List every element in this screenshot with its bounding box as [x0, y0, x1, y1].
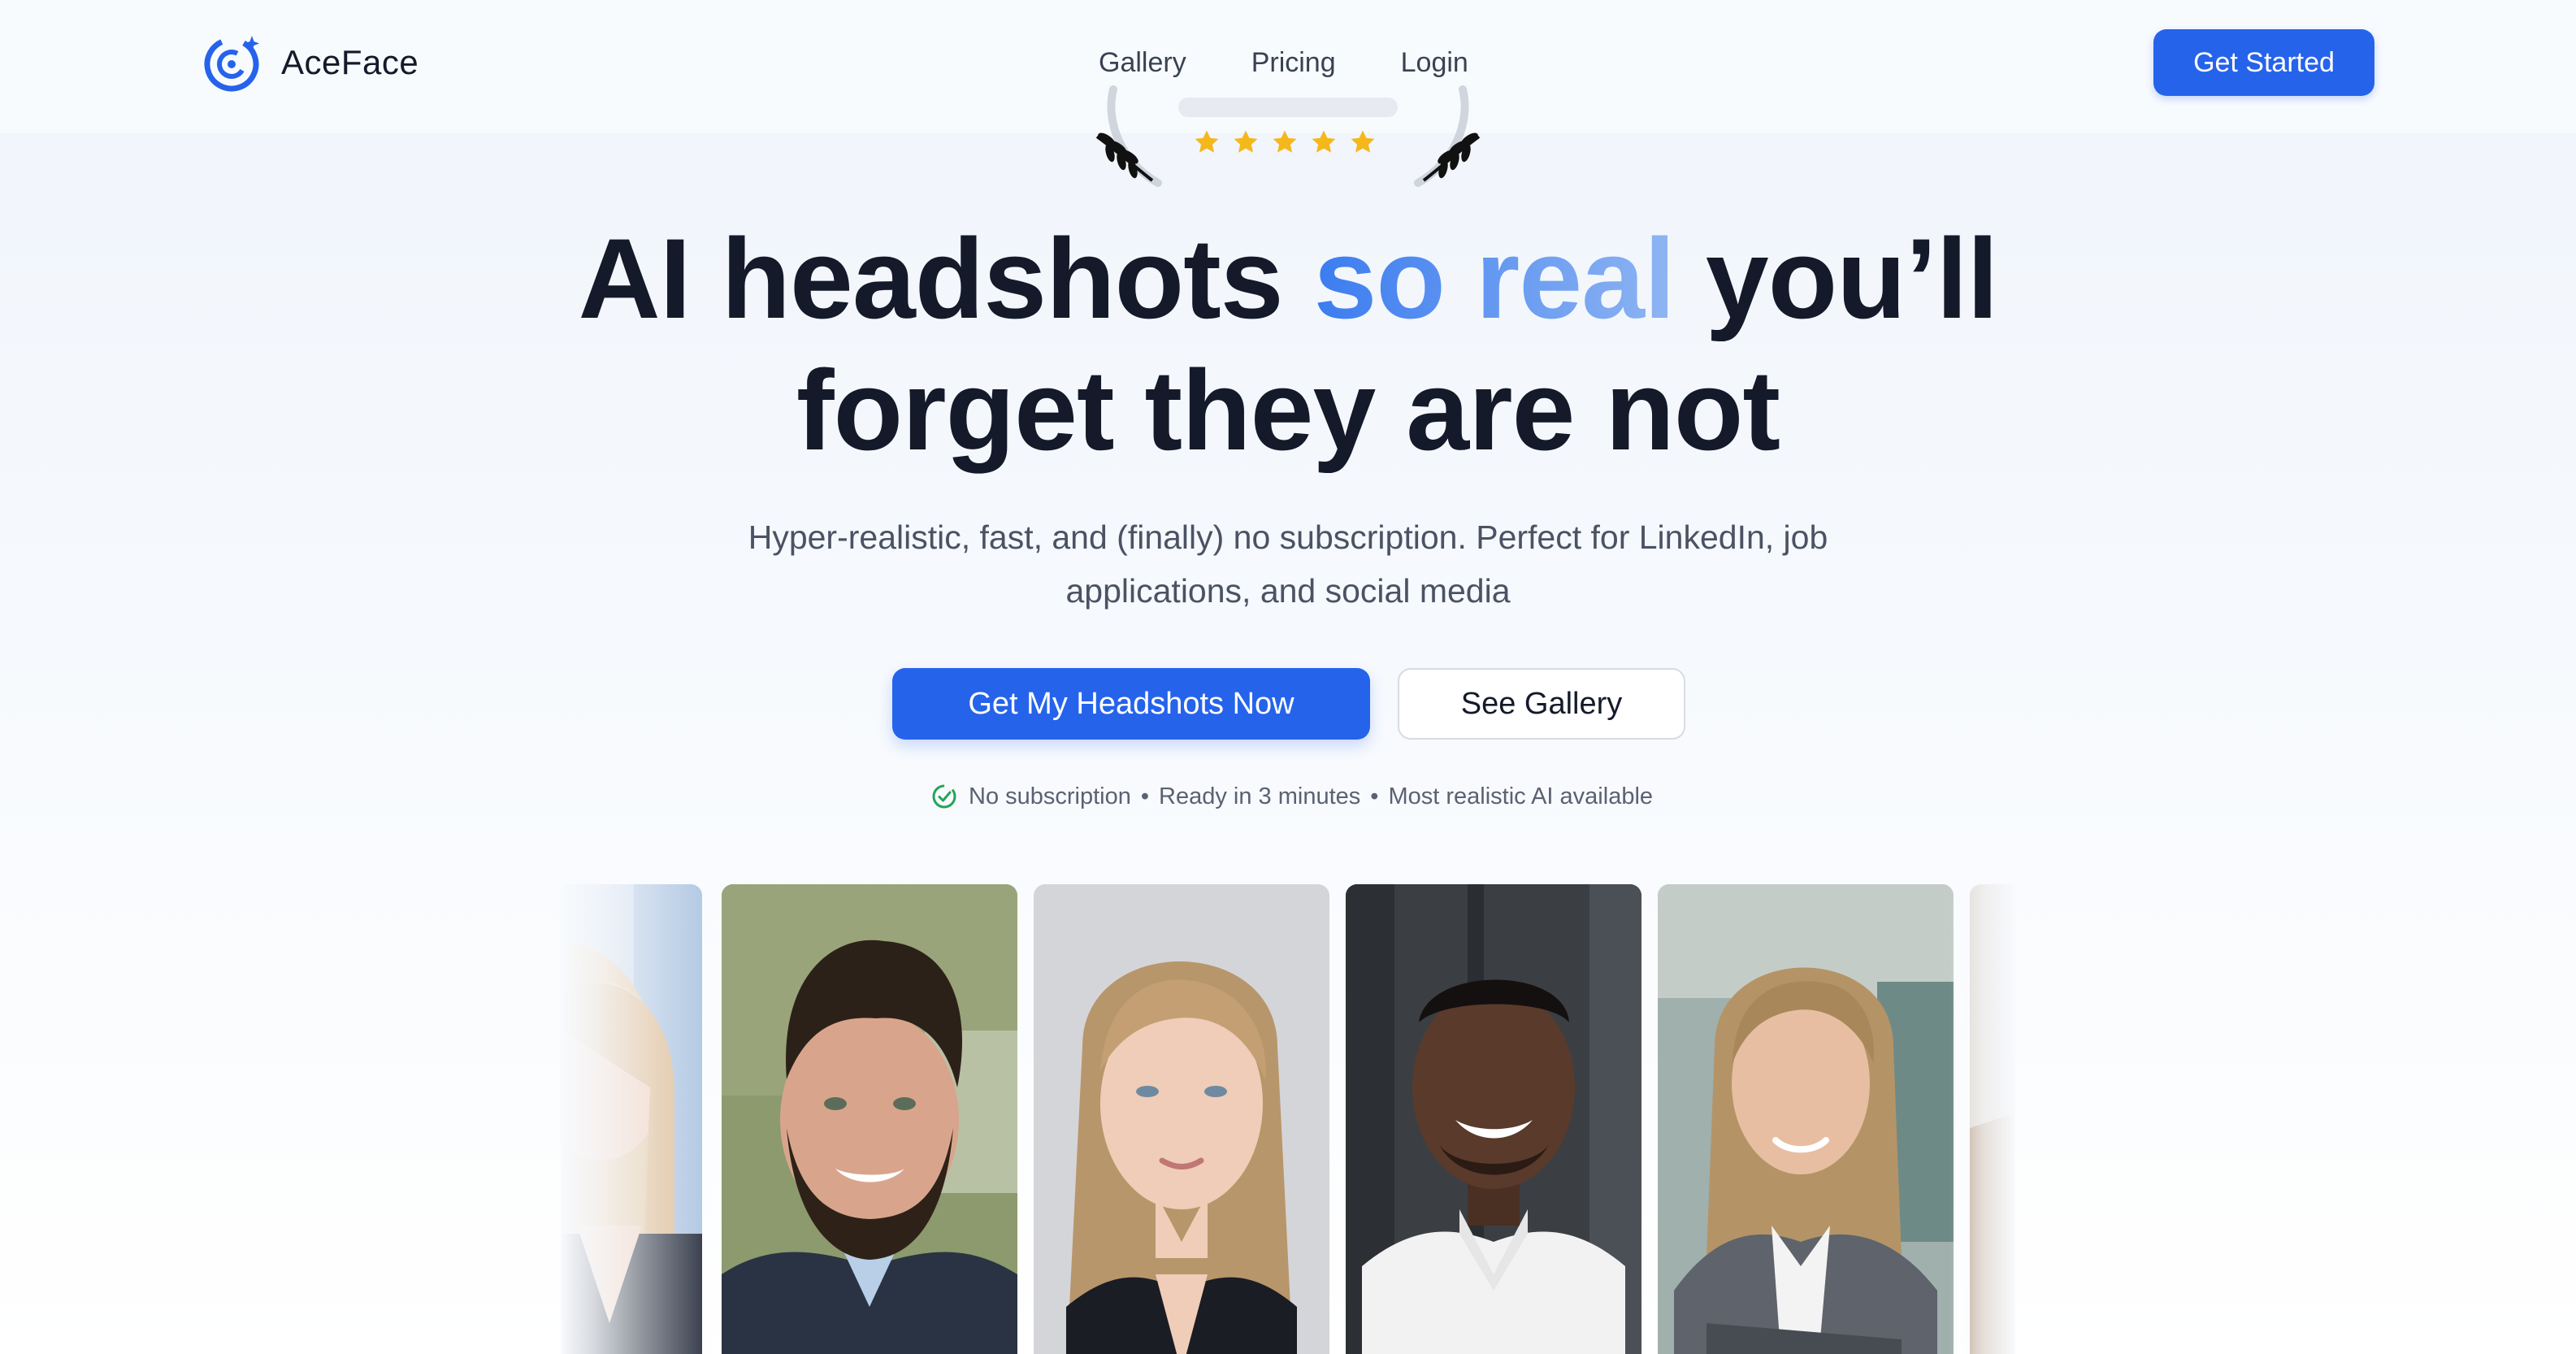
get-started-button[interactable]: Get Started [2153, 29, 2374, 96]
hero-title-start: AI headshots [578, 215, 1314, 342]
star-icon [1351, 130, 1375, 153]
feature-list: No subscription • Ready in 3 minutes • M… [931, 779, 1653, 814]
feature-realistic: Most realistic AI available [1388, 783, 1654, 809]
star-icon [1312, 130, 1336, 153]
headshot-card[interactable] [722, 884, 1017, 1354]
star-icon [1273, 130, 1297, 153]
feature-separator: • [1140, 783, 1150, 809]
headshot-carousel[interactable] [561, 884, 2015, 1354]
hero-title: AI headshots so real you’ll forget they … [406, 213, 2170, 476]
headshot-card[interactable] [1346, 884, 1641, 1354]
headshot-man-smiling-image [1346, 884, 1641, 1354]
hero-cta-row: Get My Headshots Now See Gallery [892, 668, 1685, 740]
headshot-woman-suit-image [1658, 884, 1954, 1354]
headshot-man-beard-image [722, 884, 1017, 1354]
brand-logo[interactable]: AceFace [200, 31, 418, 94]
star-icon [1195, 130, 1219, 153]
feature-ready-time: Ready in 3 minutes [1159, 783, 1361, 809]
headshot-card[interactable] [561, 884, 702, 1354]
feature-separator: • [1370, 783, 1379, 809]
headshot-card[interactable] [1658, 884, 1954, 1354]
headshot-card[interactable] [1034, 884, 1329, 1354]
see-gallery-button[interactable]: See Gallery [1398, 668, 1685, 740]
headshot-woman-blonde-image [561, 884, 702, 1354]
feature-no-subscription: No subscription [969, 783, 1131, 809]
brand-name: AceFace [281, 43, 419, 81]
check-circle-icon [932, 784, 956, 809]
hero-title-highlight: so real [1313, 215, 1676, 342]
headshot-card[interactable] [1970, 884, 2015, 1354]
headshot-partial-image [1970, 884, 2015, 1354]
rating-badge [1089, 73, 1487, 195]
logo-icon [204, 36, 259, 92]
hero-subtitle: Hyper-realistic, fast, and (finally) no … [748, 519, 1828, 610]
star-rating [1193, 128, 1377, 156]
get-headshots-button[interactable]: Get My Headshots Now [892, 668, 1370, 740]
headshot-woman-blonde-image [1034, 884, 1329, 1354]
star-icon [1234, 130, 1258, 153]
